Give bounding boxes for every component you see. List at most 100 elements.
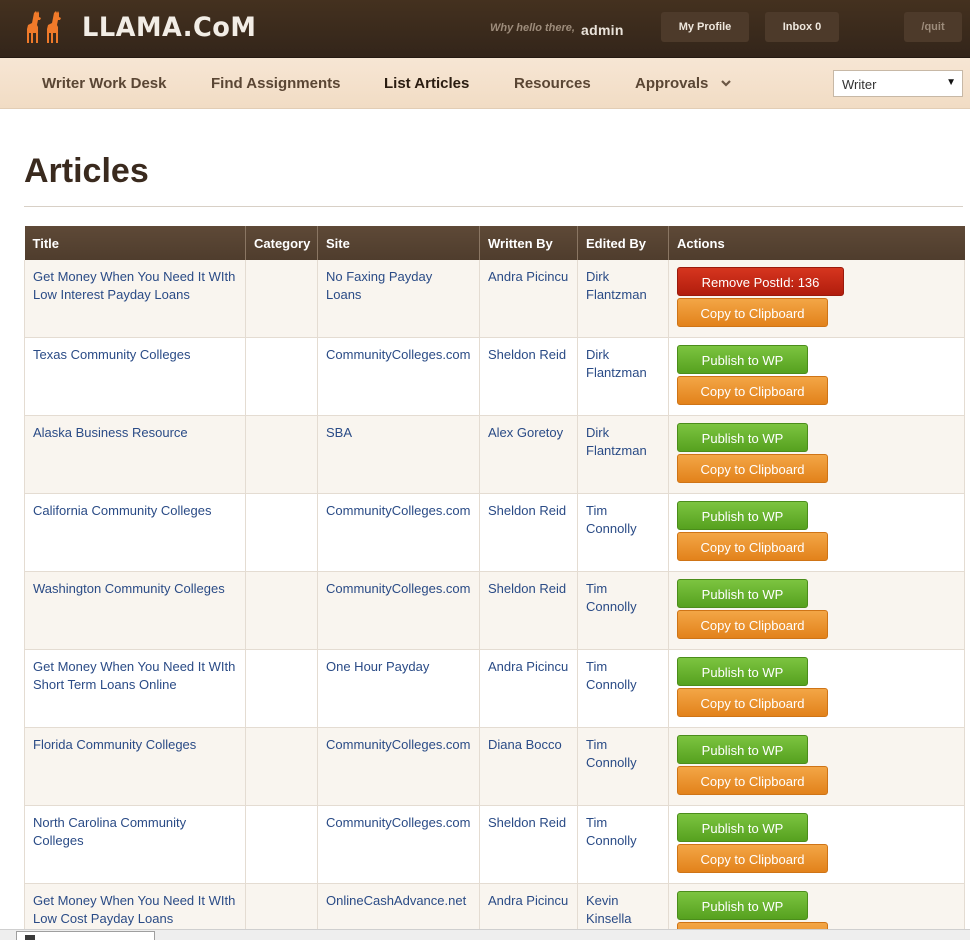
article-editor-link[interactable]: Dirk Flantzman: [577, 337, 669, 416]
article-editor-link[interactable]: Tim Connolly: [577, 571, 669, 650]
article-title-link[interactable]: Get Money When You Need It WIth Low Inte…: [24, 260, 246, 338]
column-header-actions: Actions: [668, 226, 965, 260]
article-editor-link[interactable]: Tim Connolly: [577, 727, 669, 806]
copy-to-clipboard-button[interactable]: Copy to Clipboard: [677, 298, 828, 327]
table-row: Florida Community Colleges CommunityColle…: [24, 727, 965, 806]
article-editor-link[interactable]: Tim Connolly: [577, 649, 669, 728]
article-title-link[interactable]: Get Money When You Need It WIth Short Te…: [24, 649, 246, 728]
article-writer-link[interactable]: Sheldon Reid: [479, 493, 578, 572]
copy-to-clipboard-button[interactable]: Copy to Clipboard: [677, 532, 828, 561]
username: admin: [581, 22, 624, 38]
publish-to-wp-button[interactable]: Publish to WP: [677, 423, 808, 452]
article-title-link[interactable]: Washington Community Colleges: [24, 571, 246, 650]
table-body: Get Money When You Need It WIth Low Inte…: [24, 260, 965, 940]
llama-logo-icon: [27, 11, 61, 43]
inbox-button[interactable]: Inbox 0: [765, 12, 839, 42]
article-editor-link[interactable]: Tim Connolly: [577, 493, 669, 572]
article-editor-link[interactable]: Dirk Flantzman: [577, 415, 669, 494]
nav-item-find-assignments[interactable]: Find Assignments: [211, 75, 340, 92]
column-header-site[interactable]: Site: [317, 226, 480, 260]
article-category: [245, 337, 318, 416]
article-site-link[interactable]: CommunityColleges.com: [317, 571, 480, 650]
page-title: Articles: [24, 152, 149, 190]
article-actions: Publish to WPCopy to Clipboard: [668, 571, 965, 650]
table-header-row: Title Category Site Written By Edited By…: [24, 226, 965, 260]
article-actions: Remove PostId: 136 Copy to Clipboard: [668, 260, 965, 338]
nav-item-approvals[interactable]: Approvals: [635, 75, 731, 92]
main-nav: Writer Work Desk Find Assignments List A…: [0, 58, 970, 109]
table-row: California Community Colleges CommunityCo…: [24, 493, 965, 572]
role-select[interactable]: Writer ▼: [833, 70, 963, 97]
download-tab[interactable]: [16, 931, 155, 940]
copy-to-clipboard-button[interactable]: Copy to Clipboard: [677, 688, 828, 717]
article-actions: Publish to WPCopy to Clipboard: [668, 493, 965, 572]
publish-to-wp-button[interactable]: Publish to WP: [677, 501, 808, 530]
article-site-link[interactable]: One Hour Payday: [317, 649, 480, 728]
publish-to-wp-button[interactable]: Publish to WP: [677, 345, 808, 374]
copy-to-clipboard-button[interactable]: Copy to Clipboard: [677, 766, 828, 795]
article-site-link[interactable]: SBA: [317, 415, 480, 494]
remove-post-button[interactable]: Remove PostId: 136: [677, 267, 844, 296]
article-actions: Publish to WPCopy to Clipboard: [668, 415, 965, 494]
column-header-edited-by[interactable]: Edited By: [577, 226, 669, 260]
article-title-link[interactable]: North Carolina Community Colleges: [24, 805, 246, 884]
article-site-link[interactable]: CommunityColleges.com: [317, 493, 480, 572]
article-category: [245, 260, 318, 338]
article-writer-link[interactable]: Andra Picincu: [479, 260, 578, 338]
article-writer-link[interactable]: Sheldon Reid: [479, 805, 578, 884]
download-file-icon: [25, 935, 35, 940]
article-category: [245, 415, 318, 494]
article-writer-link[interactable]: Andra Picincu: [479, 649, 578, 728]
table-row: Texas Community Colleges CommunityCollege…: [24, 337, 965, 416]
article-editor-link[interactable]: Tim Connolly: [577, 805, 669, 884]
article-category: [245, 649, 318, 728]
article-title-link[interactable]: Texas Community Colleges: [24, 337, 246, 416]
logo-text: LLAMA.CoM: [82, 11, 257, 43]
article-site-link[interactable]: CommunityColleges.com: [317, 727, 480, 806]
copy-to-clipboard-button[interactable]: Copy to Clipboard: [677, 844, 828, 873]
article-writer-link[interactable]: Sheldon Reid: [479, 571, 578, 650]
nav-item-approvals-label: Approvals: [635, 75, 709, 92]
article-site-link[interactable]: CommunityColleges.com: [317, 337, 480, 416]
title-divider: [24, 206, 963, 207]
greeting-text: Why hello there,: [490, 22, 575, 34]
article-actions: Publish to WPCopy to Clipboard: [668, 649, 965, 728]
dropdown-arrow-icon: ▼: [946, 77, 956, 88]
article-writer-link[interactable]: Diana Bocco: [479, 727, 578, 806]
publish-to-wp-button[interactable]: Publish to WP: [677, 813, 808, 842]
table-row: North Carolina Community Colleges Communi…: [24, 805, 965, 884]
column-header-written-by[interactable]: Written By: [479, 226, 578, 260]
copy-to-clipboard-button[interactable]: Copy to Clipboard: [677, 376, 828, 405]
copy-to-clipboard-button[interactable]: Copy to Clipboard: [677, 454, 828, 483]
column-header-category[interactable]: Category: [245, 226, 318, 260]
publish-to-wp-button[interactable]: Publish to WP: [677, 735, 808, 764]
publish-to-wp-button[interactable]: Publish to WP: [677, 579, 808, 608]
logo[interactable]: LLAMA.CoM: [26, 9, 266, 45]
role-select-value: Writer: [842, 77, 877, 92]
article-actions: Publish to WPCopy to Clipboard: [668, 727, 965, 806]
article-category: [245, 805, 318, 884]
nav-item-list-articles[interactable]: List Articles: [384, 75, 469, 92]
article-editor-link[interactable]: Dirk Flantzman: [577, 260, 669, 338]
table-row: Get Money When You Need It WIth Short Te…: [24, 649, 965, 728]
article-writer-link[interactable]: Sheldon Reid: [479, 337, 578, 416]
publish-to-wp-button[interactable]: Publish to WP: [677, 891, 808, 920]
nav-item-resources[interactable]: Resources: [514, 75, 591, 92]
article-title-link[interactable]: Alaska Business Resource: [24, 415, 246, 494]
article-category: [245, 727, 318, 806]
publish-to-wp-button[interactable]: Publish to WP: [677, 657, 808, 686]
column-header-title[interactable]: Title: [24, 226, 246, 260]
nav-item-writer-work-desk[interactable]: Writer Work Desk: [42, 75, 167, 92]
table-row: Washington Community Colleges CommunityCo…: [24, 571, 965, 650]
quit-button[interactable]: /quit: [904, 12, 962, 42]
article-site-link[interactable]: No Faxing Payday Loans: [317, 260, 480, 338]
my-profile-button[interactable]: My Profile: [661, 12, 749, 42]
article-title-link[interactable]: California Community Colleges: [24, 493, 246, 572]
article-category: [245, 493, 318, 572]
top-header: LLAMA.CoM Why hello there, admin My Prof…: [0, 0, 970, 58]
article-writer-link[interactable]: Alex Goretoy: [479, 415, 578, 494]
article-title-link[interactable]: Florida Community Colleges: [24, 727, 246, 806]
article-category: [245, 571, 318, 650]
article-site-link[interactable]: CommunityColleges.com: [317, 805, 480, 884]
copy-to-clipboard-button[interactable]: Copy to Clipboard: [677, 610, 828, 639]
